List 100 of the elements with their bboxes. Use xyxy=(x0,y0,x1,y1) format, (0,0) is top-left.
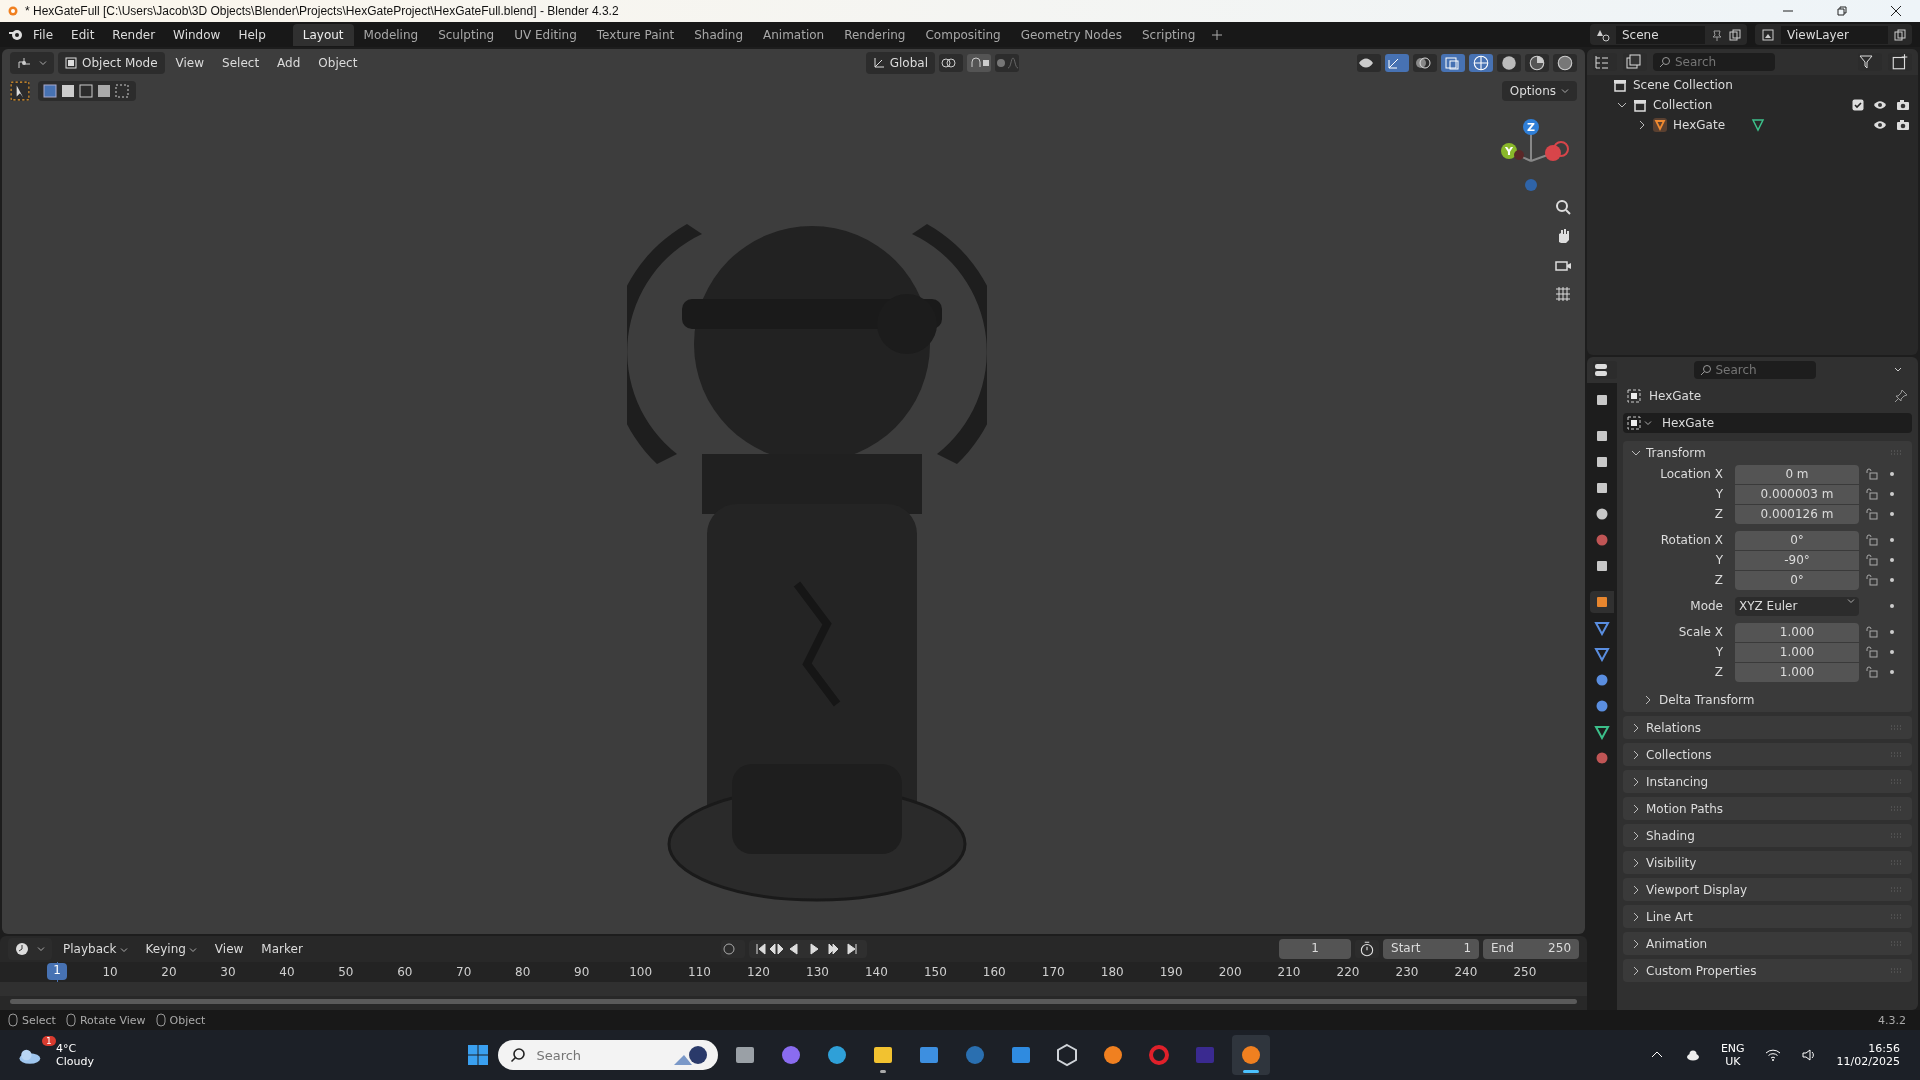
number-field[interactable]: -90° xyxy=(1735,550,1859,570)
grid-icon[interactable] xyxy=(1553,284,1573,304)
number-field[interactable]: 0.000003 m xyxy=(1735,484,1859,504)
menu-item[interactable]: Window xyxy=(164,27,230,42)
object-icon[interactable] xyxy=(1627,416,1641,430)
menu-item[interactable]: Playback xyxy=(56,940,135,958)
caret-icon[interactable] xyxy=(1847,596,1855,605)
keyframe-dot-icon[interactable] xyxy=(1889,629,1895,635)
keyframe-dot-icon[interactable] xyxy=(1889,491,1895,497)
keyframe-dot-icon[interactable] xyxy=(1889,537,1895,543)
workspace-tab[interactable]: Layout xyxy=(292,23,354,46)
language-indicator[interactable]: ENG xyxy=(1720,1042,1745,1055)
keyframe-dot-icon[interactable] xyxy=(1889,557,1895,563)
workspace-tab[interactable]: Sculpting xyxy=(428,23,505,46)
menu-item[interactable]: Add xyxy=(270,54,308,72)
lock-icon[interactable] xyxy=(1865,508,1879,520)
keyframe-dot-icon[interactable] xyxy=(1889,603,1895,609)
caret-icon[interactable] xyxy=(1561,87,1569,95)
workspace-tab[interactable]: Geometry Nodes xyxy=(1010,23,1132,46)
number-field[interactable]: 0 m xyxy=(1735,464,1859,484)
stopwatch-icon[interactable] xyxy=(1355,940,1379,958)
selection-mode-buttons[interactable] xyxy=(38,81,136,101)
search-field[interactable]: Search xyxy=(1653,53,1775,71)
proportional-icon[interactable] xyxy=(995,54,1019,72)
number-field[interactable]: 1.000 xyxy=(1735,662,1859,682)
editor-type-icon[interactable] xyxy=(1593,361,1617,379)
keyframe-dot-icon[interactable] xyxy=(1889,649,1895,655)
workspace-tab[interactable]: Texture Paint xyxy=(586,23,685,46)
snap-icon[interactable] xyxy=(967,54,991,72)
axis-gizmo-drawing[interactable] xyxy=(1501,119,1569,191)
orientation-dropdown[interactable]: Global xyxy=(865,52,935,74)
copy-icon[interactable] xyxy=(1729,28,1741,41)
menu-item[interactable]: View xyxy=(207,940,251,958)
clock-time[interactable]: 16:56 xyxy=(1868,1042,1900,1055)
outliner-item[interactable]: Scene Collection xyxy=(1633,78,1733,92)
workspace-tab[interactable]: Shading xyxy=(684,23,753,46)
axes-icon[interactable] xyxy=(872,57,885,69)
menu-item[interactable]: Object xyxy=(311,54,365,72)
caret-icon[interactable] xyxy=(1644,419,1652,427)
subpanel-title[interactable]: Delta Transform xyxy=(1659,693,1755,707)
mesh-data-icon[interactable] xyxy=(1750,117,1767,133)
scene-selector[interactable]: Scene xyxy=(1590,24,1747,45)
wifi-icon[interactable] xyxy=(1764,1047,1781,1063)
editor-type-button[interactable] xyxy=(8,938,52,960)
menu-item[interactable]: Help xyxy=(229,27,275,42)
number-field[interactable]: 0.000126 m xyxy=(1735,504,1859,524)
record-icon[interactable] xyxy=(721,940,746,958)
playback-controls[interactable] xyxy=(749,940,868,958)
menu-item[interactable]: Edit xyxy=(62,27,104,42)
lock-icon[interactable] xyxy=(1865,468,1879,480)
end-frame-field[interactable]: End 250 xyxy=(1483,939,1579,959)
close-icon[interactable] xyxy=(1890,5,1902,17)
lock-icon[interactable] xyxy=(1865,574,1879,586)
outliner-item[interactable]: HexGate xyxy=(1673,118,1726,132)
caret-icon[interactable] xyxy=(119,945,128,954)
keyframe-dot-icon[interactable] xyxy=(1889,577,1895,583)
menu-item[interactable]: View xyxy=(168,54,212,72)
keyframe-dot-icon[interactable] xyxy=(1889,669,1895,675)
search-input[interactable]: Search xyxy=(1675,53,1765,71)
search-field[interactable]: Search xyxy=(1693,361,1816,379)
number-field[interactable]: 1.000 xyxy=(1735,642,1859,662)
caret-icon[interactable] xyxy=(37,945,45,953)
wireframe-shading-icon[interactable] xyxy=(1469,54,1493,72)
panel-title[interactable]: Line Art xyxy=(1646,909,1693,924)
image-icon[interactable] xyxy=(1761,27,1775,42)
speaker-icon[interactable] xyxy=(1800,1047,1817,1063)
caret-icon[interactable] xyxy=(39,59,47,67)
keyboard-layout[interactable]: UK xyxy=(1725,1055,1741,1068)
xray-icon[interactable] xyxy=(1441,54,1465,72)
lock-icon[interactable] xyxy=(1865,666,1879,678)
search-input[interactable]: Search xyxy=(1715,361,1806,379)
panel-title[interactable]: Instancing xyxy=(1646,774,1709,789)
pivot-icon[interactable] xyxy=(939,54,963,72)
panel-title[interactable]: Collections xyxy=(1646,747,1712,762)
search-input[interactable]: Search xyxy=(534,1041,663,1069)
gizmo-icon[interactable] xyxy=(1385,54,1409,72)
visibility-icon[interactable] xyxy=(1357,54,1381,72)
panel-title[interactable]: Shading xyxy=(1646,828,1695,843)
object-name-field[interactable]: HexGate xyxy=(1623,413,1912,433)
panel-title[interactable]: Animation xyxy=(1646,936,1708,951)
workspace-tab[interactable]: Scripting xyxy=(1131,23,1206,46)
clock-icon[interactable] xyxy=(15,942,29,956)
menu-item[interactable]: Marker xyxy=(254,940,310,958)
menu-item[interactable]: Render xyxy=(103,27,165,42)
current-frame-field[interactable]: 1 xyxy=(1279,939,1351,959)
lock-icon[interactable] xyxy=(1865,646,1879,658)
restore-icon[interactable] xyxy=(1836,5,1848,17)
zoom-icon[interactable] xyxy=(1553,197,1573,217)
view-layer-selector[interactable]: ViewLayer xyxy=(1755,24,1912,45)
outliner-item[interactable]: Collection xyxy=(1653,98,1713,112)
playhead[interactable]: 1 xyxy=(47,963,67,980)
viewport[interactable]: Object Mode View Select Add Object Global Options Z Y xyxy=(2,49,1585,934)
rendered-shading-icon[interactable] xyxy=(1553,54,1577,72)
pin-icon[interactable] xyxy=(1894,389,1908,403)
checkbox[interactable] xyxy=(1852,99,1864,111)
number-field[interactable]: 1.000 xyxy=(1735,622,1859,642)
workspace-tab[interactable]: Animation xyxy=(753,23,835,46)
scrollbar[interactable] xyxy=(10,999,1577,1004)
lock-icon[interactable] xyxy=(1865,626,1879,638)
filter-layers-icon[interactable] xyxy=(1623,53,1647,71)
